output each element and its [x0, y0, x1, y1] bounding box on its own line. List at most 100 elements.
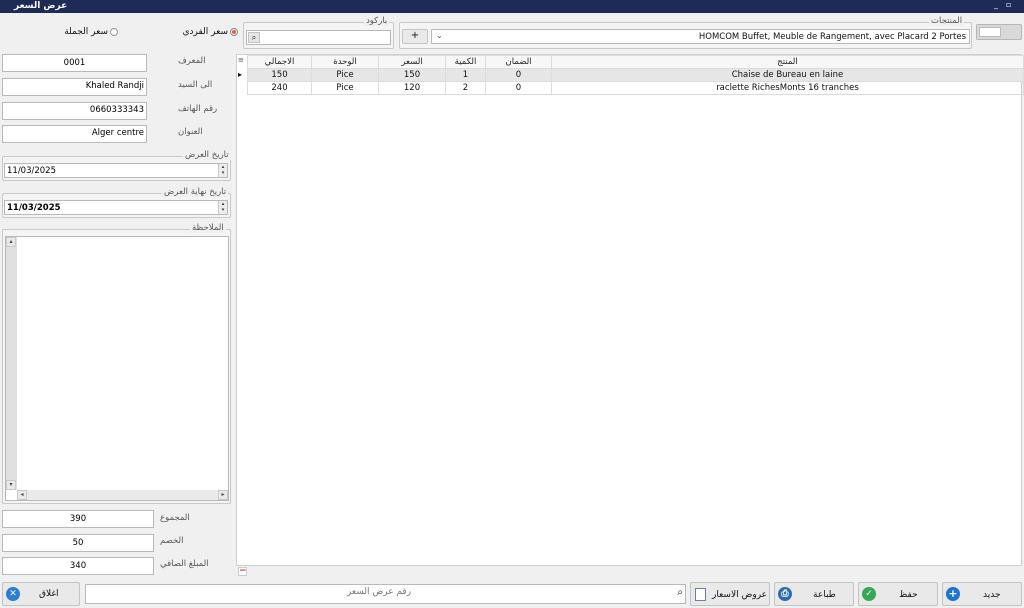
offer-date-picker[interactable]: 11/03/2025 ▴ ▾: [4, 163, 228, 178]
cell-unit[interactable]: Pice: [311, 68, 379, 82]
save-button-label: حفظ: [899, 590, 918, 600]
retail-price-label: سعر الفردي: [182, 27, 228, 37]
wholesale-price-radio[interactable]: سعر الجملة: [62, 26, 120, 40]
close-button[interactable]: ✕ اغلاق: [2, 582, 80, 606]
save-button[interactable]: ✓ حفظ: [858, 582, 938, 606]
delete-row-button[interactable]: −: [238, 567, 247, 576]
restore-button[interactable]: ▫: [1006, 0, 1011, 9]
table-header-row: الاجمالي الوحدة السعر الكمية الضمان المن…: [247, 55, 1024, 69]
column-header-price[interactable]: السعر: [378, 55, 446, 69]
spinner-icon[interactable]: ▴ ▾: [218, 201, 227, 214]
address-field[interactable]: Alger centre: [2, 125, 147, 143]
scroll-right-icon[interactable]: ▸: [218, 490, 228, 500]
id-label: المعرف: [178, 56, 206, 66]
document-icon: [695, 588, 706, 601]
total-field[interactable]: 390: [2, 510, 154, 528]
end-date-picker[interactable]: 11/03/2025 ▴ ▾: [4, 200, 228, 215]
customer-label: الى السيد: [178, 80, 213, 90]
column-header-quantity[interactable]: الكمية: [445, 55, 486, 69]
customer-field[interactable]: Khaled Randji: [2, 78, 147, 96]
quote-number-search[interactable]: رقم عرض السعر ⌕: [85, 584, 686, 604]
wholesale-price-label: سعر الجملة: [64, 27, 108, 37]
search-icon[interactable]: ⌕: [248, 32, 260, 43]
column-header-unit[interactable]: الوحدة: [311, 55, 379, 69]
add-product-button[interactable]: +: [402, 29, 428, 44]
table-row[interactable]: 240 Pice 120 2 0 raclette RichesMonts 16…: [247, 81, 1024, 95]
radio-dot: [232, 30, 236, 34]
net-amount-value: 340: [69, 561, 87, 571]
total-label: المجموع: [160, 513, 190, 523]
radio-selected-indicator: [230, 28, 238, 36]
search-icon[interactable]: ⌕: [677, 587, 683, 598]
vertical-scrollbar[interactable]: ▴ ▾: [6, 237, 17, 490]
toggle-switch[interactable]: [976, 24, 1022, 40]
product-select[interactable]: ⌄ HOMCOM Buffet, Meuble de Rangement, av…: [431, 29, 970, 44]
cell-warranty[interactable]: 0: [485, 68, 552, 82]
column-header-warranty[interactable]: الضمان: [485, 55, 552, 69]
column-header-product[interactable]: المنتج: [551, 55, 1024, 69]
phone-field[interactable]: 0660333343: [2, 102, 147, 120]
items-table: الاجمالي الوحدة السعر الكمية الضمان المن…: [247, 55, 1024, 95]
cell-unit[interactable]: Pice: [311, 81, 379, 95]
cell-quantity[interactable]: 1: [445, 68, 486, 82]
cell-quantity[interactable]: 2: [445, 81, 486, 95]
spinner-icon[interactable]: ▴ ▾: [218, 164, 227, 177]
discount-label: الخصم: [160, 536, 184, 546]
end-date-value: 11/03/2025: [7, 203, 61, 213]
printer-icon: ⎙: [778, 587, 792, 601]
discount-value: 50: [72, 538, 84, 548]
scroll-up-icon[interactable]: ▴: [6, 237, 16, 247]
discount-field[interactable]: 50: [2, 534, 154, 552]
notes-textarea[interactable]: ▴ ▾ ◂ ▸: [5, 236, 229, 501]
cell-total[interactable]: 240: [247, 81, 312, 95]
close-icon: ✕: [6, 587, 20, 601]
new-button[interactable]: + جديد: [942, 582, 1022, 606]
notes-label: الملاحظة: [190, 223, 226, 233]
toggle-knob: [979, 27, 1001, 37]
retail-price-radio[interactable]: سعر الفردي: [180, 26, 240, 40]
customer-value: Khaled Randji: [85, 81, 144, 91]
close-button-label: اغلاق: [39, 589, 59, 599]
products-label: المنتجات: [929, 16, 965, 26]
chevron-down-icon[interactable]: ⌄: [436, 31, 443, 40]
title-bar: عرض السعر _ ▫: [0, 0, 1024, 13]
new-button-label: جديد: [983, 590, 1001, 600]
end-date-label: تاريخ نهاية العرض: [162, 187, 229, 197]
grid-menu-icon[interactable]: ≡: [238, 56, 244, 64]
cell-price[interactable]: 150: [378, 68, 446, 82]
table-row[interactable]: 150 Pice 150 1 0 Chaise de Bureau en lai…: [247, 68, 1024, 82]
offer-date-value: 11/03/2025: [7, 166, 56, 176]
minimize-button[interactable]: _: [994, 0, 998, 9]
id-field[interactable]: 0001: [2, 54, 147, 72]
radio-empty-indicator: [110, 28, 118, 36]
cell-price[interactable]: 120: [378, 81, 446, 95]
horizontal-scrollbar[interactable]: ◂ ▸: [17, 490, 228, 500]
cell-total[interactable]: 150: [247, 68, 312, 82]
phone-value: 0660333343: [89, 105, 144, 115]
current-row-icon: ▸: [238, 70, 243, 79]
id-value: 0001: [63, 58, 86, 68]
print-button[interactable]: ⎙ طباعة: [774, 582, 854, 606]
address-label: العنوان: [178, 127, 203, 137]
cell-product[interactable]: Chaise de Bureau en laine: [551, 68, 1024, 82]
quote-number-placeholder: رقم عرض السعر: [346, 587, 412, 597]
product-select-value: HOMCOM Buffet, Meuble de Rangement, avec…: [698, 32, 966, 42]
quotes-list-label: عروض الاسعار: [712, 590, 768, 600]
scroll-down-icon[interactable]: ▾: [6, 480, 16, 490]
column-header-total[interactable]: الاجمالي: [247, 55, 312, 69]
quotes-list-button[interactable]: عروض الاسعار: [690, 582, 770, 606]
checkmark-icon: ✓: [862, 587, 876, 601]
net-amount-field[interactable]: 340: [2, 557, 154, 575]
cell-warranty[interactable]: 0: [485, 81, 552, 95]
address-value: Alger centre: [91, 128, 144, 138]
phone-label: رقم الهاتف: [178, 104, 218, 114]
barcode-input[interactable]: ⌕: [246, 30, 391, 45]
items-grid[interactable]: ≡ ▸ الاجمالي الوحدة السعر الكمية الضمان …: [236, 54, 1024, 566]
total-value: 390: [69, 514, 87, 524]
net-amount-label: المبلغ الصافي: [160, 559, 209, 569]
offer-date-label: تاريخ العرض: [183, 150, 231, 160]
plus-icon: +: [946, 587, 960, 601]
barcode-label: باركود: [364, 16, 390, 26]
scroll-left-icon[interactable]: ◂: [17, 490, 27, 500]
cell-product[interactable]: raclette RichesMonts 16 tranches: [551, 81, 1024, 95]
